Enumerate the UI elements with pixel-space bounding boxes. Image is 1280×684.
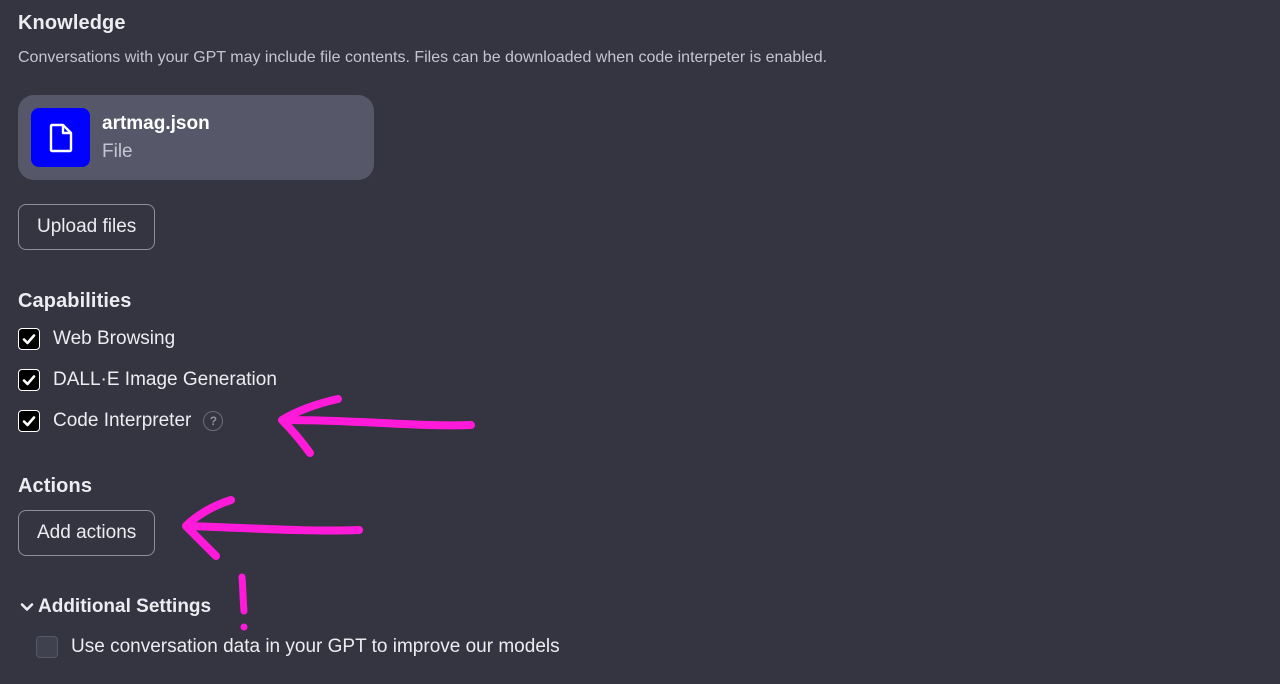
capability-web-browsing[interactable]: Web Browsing [18, 326, 175, 352]
additional-settings-toggle[interactable]: Additional Settings [20, 596, 211, 618]
checkmark-icon [22, 416, 36, 427]
knowledge-heading: Knowledge [18, 12, 126, 34]
checkmark-icon [22, 334, 36, 345]
dalle-checkbox[interactable] [18, 369, 40, 391]
capability-dalle[interactable]: DALL·E Image Generation [18, 367, 277, 393]
help-icon[interactable]: ? [203, 411, 224, 431]
additional-settings-label: Additional Settings [38, 596, 212, 617]
knowledge-description: Conversations with your GPT may include … [18, 49, 828, 66]
capability-label: DALL·E Image Generation [53, 369, 277, 390]
capabilities-heading: Capabilities [18, 290, 132, 312]
arrow-annotation-code-interpreter [278, 395, 475, 457]
file-name: artmag.json [102, 113, 210, 134]
exclamation-annotation [238, 573, 248, 631]
use-conversation-data-label: Use conversation data in your GPT to imp… [71, 636, 560, 657]
add-actions-button[interactable]: Add actions [18, 510, 156, 556]
upload-files-button[interactable]: Upload files [18, 204, 156, 250]
file-type: File [102, 141, 133, 162]
use-conversation-data-checkbox[interactable] [36, 636, 58, 658]
gpt-configure-panel: Knowledge Conversations with your GPT ma… [0, 0, 1280, 684]
chevron-down-icon [20, 603, 34, 611]
file-card[interactable]: artmag.json File [18, 95, 374, 180]
file-icon [31, 108, 90, 167]
actions-heading: Actions [18, 475, 93, 497]
use-conversation-data-option[interactable]: Use conversation data in your GPT to imp… [36, 636, 560, 658]
checkmark-icon [22, 375, 36, 386]
web-browsing-checkbox[interactable] [18, 328, 40, 350]
code-interpreter-checkbox[interactable] [18, 410, 40, 432]
capability-label: Code Interpreter [53, 410, 192, 431]
capability-label: Web Browsing [53, 328, 176, 349]
capability-code-interpreter[interactable]: Code Interpreter ? [18, 408, 224, 434]
arrow-annotation-add-actions [182, 496, 363, 560]
